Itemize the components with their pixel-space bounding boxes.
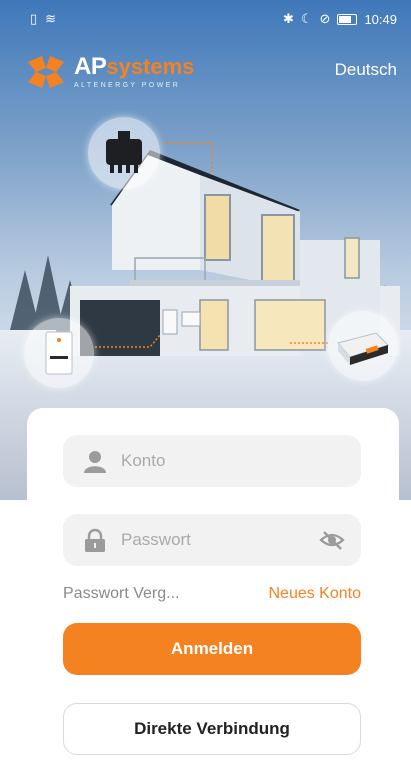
apsystems-logo-icon [28,56,64,88]
language-selector[interactable]: Deutsch [335,60,397,80]
new-account-link[interactable]: Neues Konto [268,585,361,603]
wifi-icon: ≋ [45,11,57,26]
logo-systems-text: systems [106,54,195,79]
direct-connection-button[interactable]: Direkte Verbindung [63,703,361,755]
eye-slash-icon[interactable] [319,528,345,552]
password-input[interactable] [119,529,323,551]
logo-tagline: ALTENERGY POWER [74,82,181,89]
microinverter-icon [106,131,142,173]
microinverter-bubble [88,117,160,189]
login-card: Passwort Verg... Neues Konto Anmelden Di… [27,408,399,782]
status-bar: ▯ ≋ ✱ ☾ ⊘ 10:49 [0,0,411,34]
status-time: 10:49 [364,11,397,27]
battery-inverter-bubble [24,318,94,388]
sim-icon: ▯ [30,11,38,26]
ecu-gateway-bubble [328,311,398,381]
alarm-off-icon: ⊘ [319,11,331,26]
account-input[interactable] [119,450,323,472]
battery-icon [337,13,358,25]
bluetooth-icon: ✱ [282,11,294,26]
user-icon [83,449,107,473]
password-field[interactable] [63,514,361,566]
logo-ap-text: AP [74,53,107,80]
forgot-password-link[interactable]: Passwort Verg... [63,585,180,603]
account-field[interactable] [63,435,361,487]
apsystems-logo: APsystems ALTENERGY POWER [24,52,194,92]
lock-icon [83,528,107,552]
moon-icon: ☾ [300,11,313,26]
battery-inverter-icon [45,331,73,375]
ecu-gateway-icon [337,332,389,365]
login-button[interactable]: Anmelden [63,623,361,675]
